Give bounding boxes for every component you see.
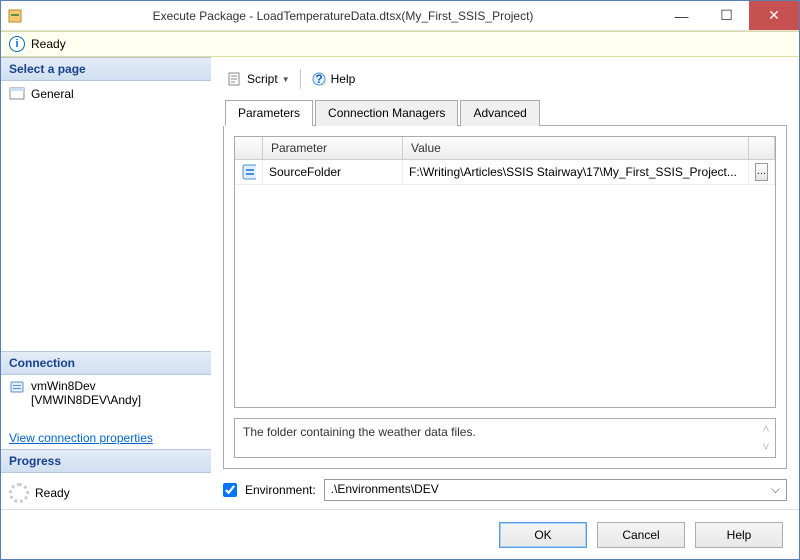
grid-header-icon [235, 137, 263, 159]
scroll-up-icon[interactable]: ˄ [760, 422, 772, 436]
grid-header-parameter[interactable]: Parameter [263, 137, 403, 159]
progress-text: Ready [35, 486, 70, 500]
connection-item: vmWin8Dev [VMWIN8DEV\Andy] [9, 379, 203, 407]
chevron-down-icon: ▼ [282, 75, 290, 84]
page-icon [9, 87, 25, 101]
parameter-icon [235, 160, 263, 184]
titlebar: Execute Package - LoadTemperatureData.dt… [1, 1, 799, 31]
info-icon: i [9, 36, 25, 52]
main-panel: Script ▼ ? Help Parameters Connection Ma… [211, 57, 799, 509]
toolbar-separator [300, 69, 301, 89]
dialog-window: Execute Package - LoadTemperatureData.dt… [0, 0, 800, 560]
connection-identity: [VMWIN8DEV\Andy] [31, 393, 141, 407]
parameter-browse-cell: … [749, 160, 775, 184]
ok-button[interactable]: OK [499, 522, 587, 548]
environment-value: .\Environments\DEV [331, 482, 439, 496]
help-button[interactable]: ? Help [307, 69, 360, 89]
view-connection-properties-link[interactable]: View connection properties [9, 431, 203, 445]
environment-label: Environment: [245, 483, 316, 497]
progress-section: Ready [1, 473, 211, 509]
script-icon [227, 71, 243, 87]
help-dialog-button[interactable]: Help [695, 522, 783, 548]
page-item-general[interactable]: General [9, 85, 203, 103]
connection-section: vmWin8Dev [VMWIN8DEV\Andy] View connecti… [1, 375, 211, 449]
tab-panel-parameters: Parameter Value SourceFolder F:\Writing\… [223, 126, 787, 469]
cancel-button[interactable]: Cancel [597, 522, 685, 548]
tab-strip: Parameters Connection Managers Advanced [225, 99, 787, 126]
page-list: General [1, 81, 211, 351]
dialog-footer: OK Cancel Help [1, 509, 799, 559]
grid-header-action [749, 137, 775, 159]
progress-spinner-icon [9, 483, 29, 503]
help-icon: ? [311, 71, 327, 87]
script-button[interactable]: Script ▼ [223, 69, 294, 89]
ready-banner: i Ready [1, 31, 799, 57]
scroll-down-icon[interactable]: ˅ [760, 440, 772, 454]
window-controls: — ☐ ✕ [659, 1, 799, 30]
environment-row: Environment: .\Environments\DEV [223, 479, 787, 501]
grid-header: Parameter Value [235, 137, 775, 160]
toolbar: Script ▼ ? Help [223, 65, 787, 99]
description-scrollbar[interactable]: ˄˅ [760, 422, 772, 454]
description-text: The folder containing the weather data f… [243, 425, 476, 439]
grid-header-value[interactable]: Value [403, 137, 749, 159]
grid-row[interactable]: SourceFolder F:\Writing\Articles\SSIS St… [235, 160, 775, 185]
sidebar: Select a page General Connection vmWin8D… [1, 57, 211, 509]
ready-text: Ready [31, 37, 66, 51]
parameter-value-cell[interactable]: F:\Writing\Articles\SSIS Stairway\17\My_… [403, 160, 749, 184]
window-title: Execute Package - LoadTemperatureData.dt… [27, 9, 659, 23]
help-label: Help [331, 72, 356, 86]
select-page-header: Select a page [1, 57, 211, 81]
tab-advanced[interactable]: Advanced [460, 100, 539, 126]
browse-button[interactable]: … [755, 163, 768, 181]
connection-header: Connection [1, 351, 211, 375]
dialog-body: Select a page General Connection vmWin8D… [1, 57, 799, 509]
app-icon [7, 8, 23, 24]
progress-header: Progress [1, 449, 211, 473]
maximize-button[interactable]: ☐ [704, 1, 749, 30]
server-icon [9, 379, 25, 395]
environment-checkbox[interactable] [223, 483, 237, 497]
environment-select[interactable]: .\Environments\DEV [324, 479, 787, 501]
parameters-grid: Parameter Value SourceFolder F:\Writing\… [234, 136, 776, 408]
svg-text:?: ? [315, 72, 322, 86]
description-box: The folder containing the weather data f… [234, 418, 776, 458]
tab-connection-managers[interactable]: Connection Managers [315, 100, 458, 126]
parameter-name-cell[interactable]: SourceFolder [263, 160, 403, 184]
tab-parameters[interactable]: Parameters [225, 100, 313, 126]
connection-server: vmWin8Dev [31, 379, 141, 393]
page-label: General [31, 87, 74, 101]
close-button[interactable]: ✕ [749, 1, 799, 30]
script-label: Script [247, 72, 278, 86]
minimize-button[interactable]: — [659, 1, 704, 30]
